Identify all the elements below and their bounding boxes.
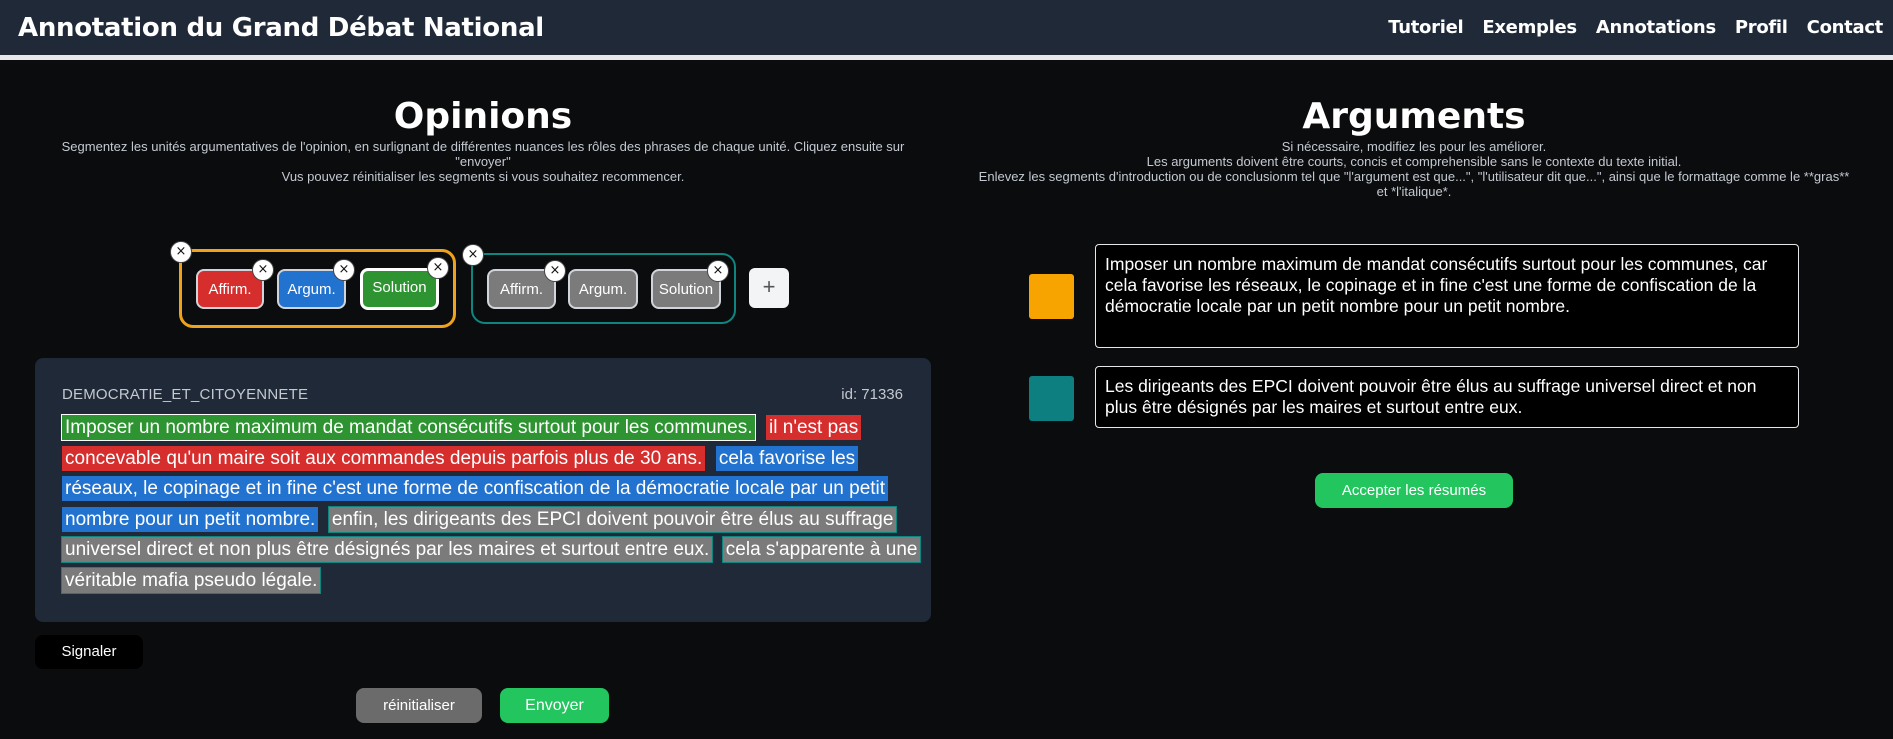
- arguments-instructions: Si nécessaire, modifiez les pour les amé…: [946, 139, 1882, 199]
- argument-1-textarea[interactable]: Imposer un nombre maximum de mandat cons…: [1095, 244, 1799, 348]
- reset-button[interactable]: réinitialiser: [356, 688, 482, 723]
- unit1-role-solution-button[interactable]: Solution: [360, 268, 439, 310]
- segment-solution[interactable]: Imposer un nombre maximum de mandat cons…: [60, 414, 757, 441]
- main-nav: Tutoriel Exemples Annotations Profil Con…: [1388, 17, 1883, 38]
- opinion-category: DEMOCRATIE_ET_CITOYENNETE: [62, 386, 309, 403]
- unit1-affirm-close-icon[interactable]: ×: [252, 259, 274, 281]
- unit1-solution-close-icon[interactable]: ×: [427, 257, 449, 279]
- unit2-affirm-close-icon[interactable]: ×: [544, 260, 566, 282]
- unit2-role-argum-button[interactable]: Argum.: [568, 269, 638, 309]
- opinion-id: id: 71336: [841, 386, 903, 403]
- arguments-instruction-line: Les arguments doivent être courts, conci…: [1146, 154, 1682, 169]
- opinion-text[interactable]: Imposer un nombre maximum de mandat cons…: [60, 413, 932, 596]
- add-unit-plus-icon[interactable]: +: [749, 268, 789, 308]
- arguments-instruction-line: Enlevez les segments d'introduction ou d…: [978, 169, 1850, 184]
- top-navbar: Annotation du Grand Débat National Tutor…: [0, 0, 1893, 60]
- argument-2-textarea[interactable]: Les dirigeants des EPCI doivent pouvoir …: [1095, 366, 1799, 428]
- opinion-card: DEMOCRATIE_ET_CITOYENNETE id: 71336 Impo…: [35, 358, 931, 622]
- opinions-instruction-line: "envoyer": [455, 154, 511, 169]
- signal-button[interactable]: Signaler: [35, 635, 143, 669]
- unit1-argum-close-icon[interactable]: ×: [333, 259, 355, 281]
- opinions-instructions: Segmentez les unités argumentatives de l…: [35, 139, 931, 184]
- arguments-title: Arguments: [1302, 96, 1526, 137]
- accept-summaries-button[interactable]: Accepter les résumés: [1315, 473, 1513, 508]
- nav-tutoriel[interactable]: Tutoriel: [1388, 17, 1463, 38]
- nav-contact[interactable]: Contact: [1807, 17, 1884, 38]
- opinions-title: Opinions: [393, 96, 573, 137]
- nav-annotations[interactable]: Annotations: [1596, 17, 1716, 38]
- remove-unit-2-close-icon[interactable]: ×: [462, 244, 484, 266]
- arguments-instruction-line: Si nécessaire, modifiez les pour les amé…: [1281, 139, 1547, 154]
- argument-1-color-swatch: [1029, 274, 1074, 319]
- app-title: Annotation du Grand Débat National: [18, 13, 544, 43]
- remove-unit-1-close-icon[interactable]: ×: [170, 241, 192, 263]
- opinions-instruction-line: Vus pouvez réinitialiser les segments si…: [281, 169, 685, 184]
- send-button[interactable]: Envoyer: [500, 688, 609, 723]
- argument-2-color-swatch: [1029, 376, 1074, 421]
- nav-exemples[interactable]: Exemples: [1482, 17, 1577, 38]
- unit2-solution-close-icon[interactable]: ×: [707, 260, 729, 282]
- arguments-instruction-line: et *l'italique*.: [1376, 184, 1452, 199]
- opinions-instruction-line: Segmentez les unités argumentatives de l…: [61, 139, 905, 154]
- nav-profil[interactable]: Profil: [1735, 17, 1788, 38]
